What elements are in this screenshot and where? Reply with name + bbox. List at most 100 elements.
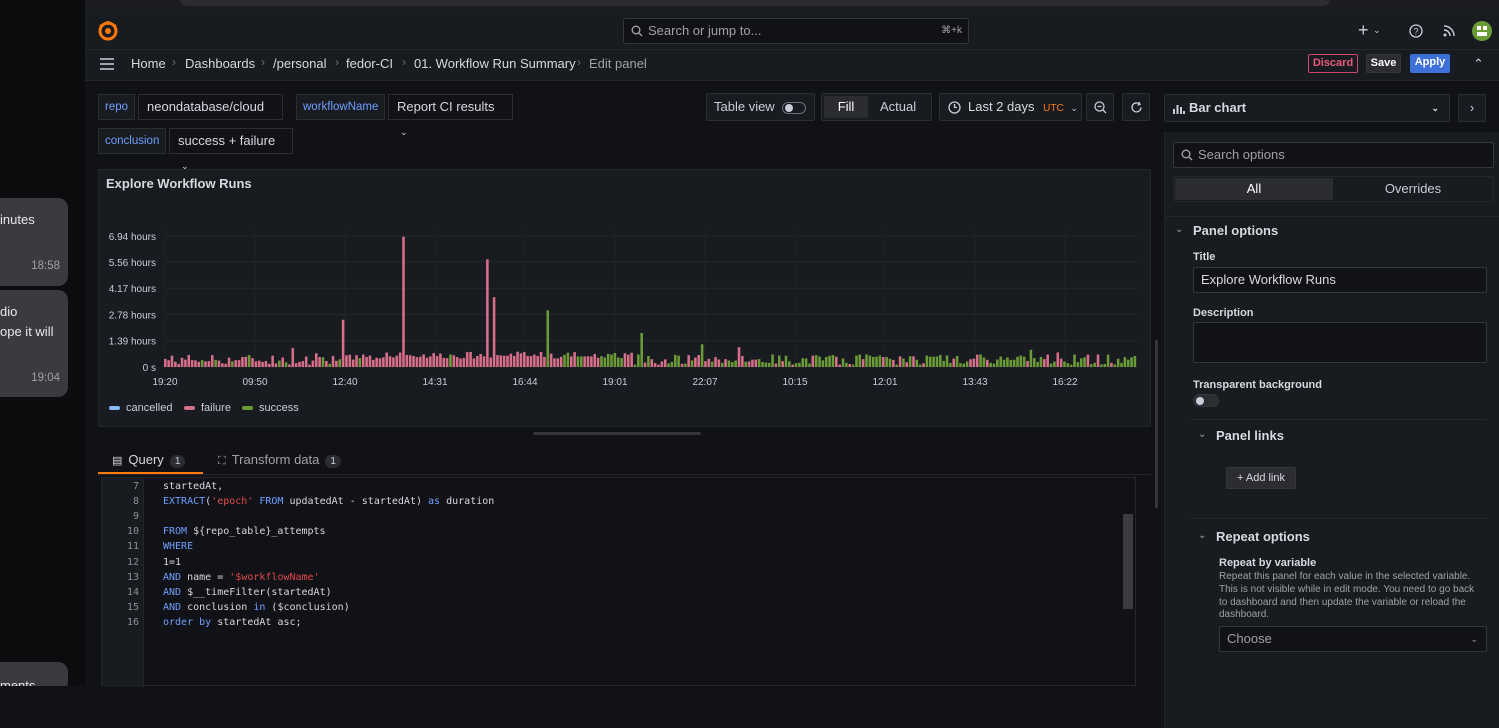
variable-value: success + failure — [178, 133, 276, 148]
tab-query[interactable]: ▤ Query 1 — [112, 452, 186, 468]
tab-all[interactable]: All — [1175, 178, 1333, 200]
legend-item-success[interactable]: success — [242, 402, 299, 414]
variable-select-conclusion[interactable]: success + failure ⌄ — [169, 128, 293, 171]
apply-button[interactable]: Apply — [1410, 54, 1450, 73]
variable-select-workflow[interactable]: Report CI results ⌄ — [388, 94, 513, 137]
bar-success — [955, 355, 959, 367]
bar-failure — [1059, 358, 1063, 367]
collapse-icon[interactable]: ⌃ — [1473, 56, 1484, 72]
chevron-right-icon: › — [172, 55, 176, 69]
bar-failure — [355, 355, 358, 367]
visualization-picker[interactable]: Bar chart ⌄ — [1164, 94, 1450, 122]
code-line: startedAt, — [163, 481, 224, 492]
fill-button[interactable]: Fill — [824, 96, 868, 118]
chevron-down-icon[interactable]: ⌄ — [1198, 530, 1206, 541]
bar-success — [1093, 362, 1096, 367]
refresh-button[interactable] — [1122, 93, 1150, 121]
search-input[interactable]: Search or jump to... ⌘+k — [623, 18, 969, 44]
bar-failure — [898, 356, 902, 367]
transparent-toggle[interactable] — [1193, 394, 1219, 407]
repeat-variable-select[interactable]: Choose ⌄ — [1219, 626, 1487, 652]
section-panel-options[interactable]: Panel options — [1193, 223, 1278, 238]
bar-failure — [811, 355, 815, 367]
bar-failure — [952, 358, 956, 367]
time-range-picker[interactable]: Last 2 days UTC ⌄ — [939, 93, 1082, 121]
description-input[interactable] — [1193, 322, 1487, 363]
bar-success — [1126, 359, 1130, 367]
bar-failure — [707, 358, 711, 367]
bar-failure — [630, 352, 633, 367]
resize-handle[interactable] — [533, 432, 701, 435]
grafana-logo-icon[interactable] — [98, 21, 118, 41]
section-repeat-options[interactable]: Repeat options — [1216, 529, 1310, 544]
line-gutter: 7 8 9 10 11 12 13 14 15 16 — [102, 478, 144, 687]
table-view-toggle[interactable]: Table view — [706, 93, 815, 121]
bar-failure — [348, 354, 352, 367]
chat-bubble-text: ments — [0, 678, 36, 686]
bar-failure — [254, 361, 258, 367]
bar-success — [673, 354, 677, 367]
breadcrumb-dashboard[interactable]: 01. Workflow Run Summary — [414, 56, 576, 71]
legend-label: success — [259, 402, 299, 414]
bar-failure — [294, 363, 298, 367]
options-tabs: All Overrides — [1173, 176, 1494, 202]
bar-failure — [1086, 354, 1090, 367]
variable-label-repo: repo — [98, 94, 136, 120]
bar-success — [851, 364, 855, 367]
bar-failure — [714, 357, 717, 367]
options-search-input[interactable]: Search options — [1173, 142, 1494, 168]
chevron-down-icon[interactable]: ⌄ — [1198, 429, 1206, 440]
bar-failure — [623, 353, 627, 367]
bar-failure — [432, 353, 435, 367]
breadcrumb-personal[interactable]: /personal — [273, 56, 326, 71]
toggle-switch[interactable] — [782, 102, 806, 114]
legend-item-cancelled[interactable]: cancelled — [109, 402, 172, 414]
legend-item-failure[interactable]: failure — [184, 402, 231, 414]
variable-select-repo[interactable]: neondatabase/cloud ⌄ — [138, 94, 283, 137]
breadcrumb-folder[interactable]: fedor-CI — [346, 56, 393, 71]
bar-success — [1079, 358, 1083, 367]
bar-failure — [462, 357, 466, 367]
save-button[interactable]: Save — [1366, 54, 1401, 73]
chevron-down-icon: ⌄ — [1470, 634, 1478, 644]
bar-success — [720, 362, 724, 367]
bar-chart[interactable]: 6.94 hours 5.56 hours 4.17 hours 2.78 hours… — [99, 170, 1150, 426]
bar-success — [939, 355, 942, 367]
bar-failure — [224, 363, 227, 367]
bar-failure — [539, 352, 543, 367]
sql-editor[interactable]: 7 8 9 10 11 12 13 14 15 16 startedAt, EXTRACT('epo… — [101, 477, 1136, 687]
code-line: WHERE — [163, 541, 194, 553]
help-icon[interactable]: ? — [1409, 24, 1423, 38]
editor-scrollbar[interactable] — [1123, 514, 1133, 609]
zoom-out-button[interactable] — [1086, 93, 1114, 121]
tab-overrides[interactable]: Overrides — [1334, 178, 1492, 200]
chevron-down-icon[interactable]: ⌄ — [1175, 224, 1183, 235]
bar-failure — [194, 360, 197, 367]
bar-success — [546, 310, 550, 367]
bar-success — [814, 355, 818, 367]
collapse-options-button[interactable]: › — [1458, 94, 1486, 122]
tab-count: 1 — [325, 455, 341, 468]
line-number: 12 — [126, 556, 139, 568]
bar-success — [1063, 361, 1066, 367]
add-new-button[interactable]: + — [1358, 20, 1369, 41]
avatar[interactable] — [1472, 21, 1492, 41]
bar-failure — [274, 363, 278, 367]
line-number: 8 — [132, 496, 139, 508]
title-input[interactable]: Explore Workflow Runs — [1193, 267, 1487, 293]
rss-icon[interactable] — [1442, 24, 1456, 38]
bar-failure — [378, 358, 382, 367]
breadcrumb-dashboards[interactable]: Dashboards — [185, 56, 255, 71]
bar-failure — [268, 363, 271, 367]
add-link-button[interactable]: + Add link — [1226, 467, 1296, 489]
breadcrumb-home[interactable]: Home — [131, 56, 166, 71]
menu-icon[interactable] — [99, 57, 115, 71]
discard-button[interactable]: Discard — [1308, 54, 1358, 73]
bar-success — [818, 356, 821, 367]
tab-transform[interactable]: ⛶ Transform data 1 — [218, 452, 341, 468]
section-panel-links[interactable]: Panel links — [1216, 428, 1284, 443]
bar-success — [798, 362, 801, 367]
pane-splitter[interactable] — [1155, 340, 1158, 508]
actual-button[interactable]: Actual — [880, 94, 916, 120]
bar-failure — [402, 236, 405, 367]
